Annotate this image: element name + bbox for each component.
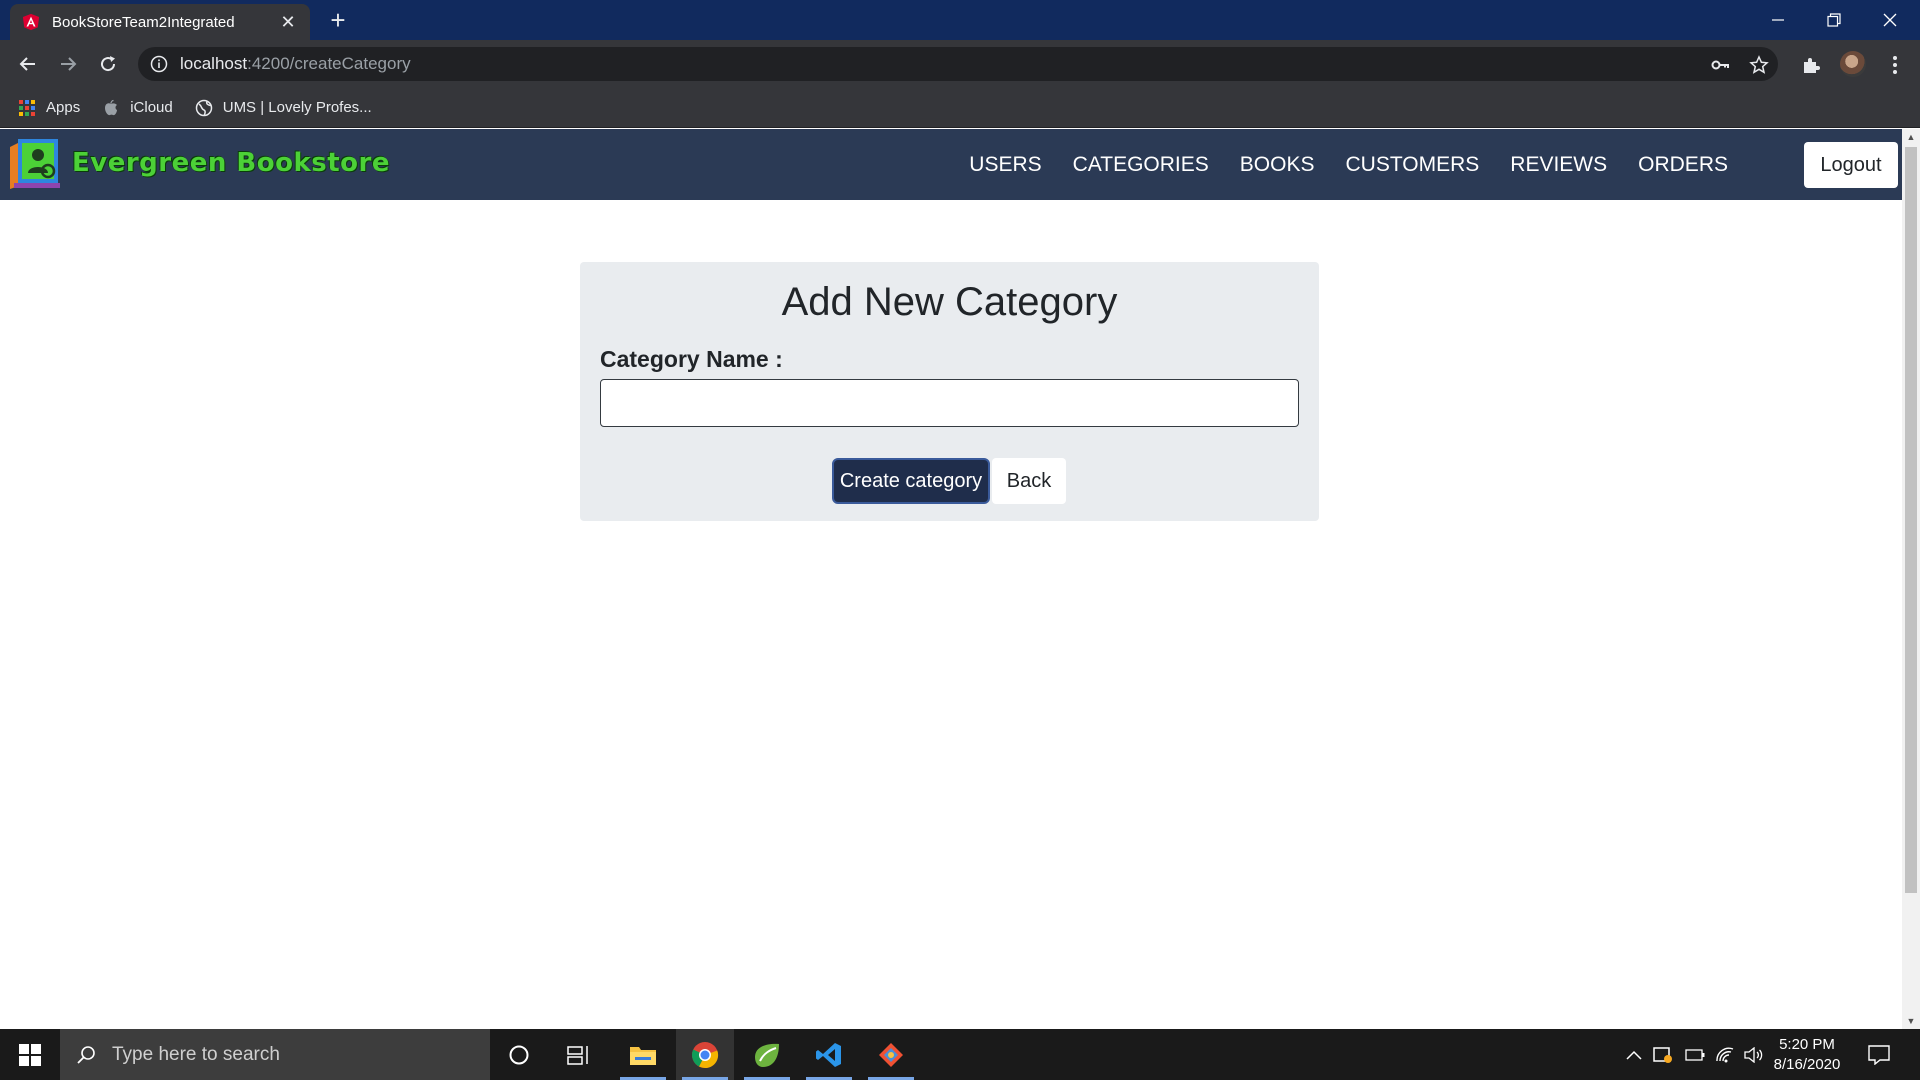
chrome-icon[interactable] xyxy=(676,1029,734,1080)
extensions-puzzle-icon[interactable] xyxy=(1800,54,1822,76)
close-window-icon[interactable] xyxy=(1862,0,1918,40)
start-button[interactable] xyxy=(0,1029,60,1080)
create-category-button[interactable]: Create category xyxy=(832,458,990,504)
git-kraken-icon[interactable] xyxy=(862,1029,920,1080)
apps-grid-icon xyxy=(19,99,35,116)
wifi-icon[interactable] xyxy=(1714,1044,1736,1066)
add-category-card: Add New Category Category Name : Create … xyxy=(580,262,1319,521)
scrollbar-thumb[interactable] xyxy=(1905,147,1917,893)
taskbar-search[interactable]: Type here to search xyxy=(60,1029,490,1080)
nav-orders[interactable]: ORDERS xyxy=(1638,153,1728,177)
category-name-label: Category Name : xyxy=(600,346,783,372)
info-icon[interactable] xyxy=(150,55,168,73)
reload-icon[interactable] xyxy=(94,50,122,78)
page-viewport: Evergreen Bookstore USERS CATEGORIES BOO… xyxy=(0,129,1920,1029)
back-button[interactable]: Back xyxy=(992,458,1066,504)
task-view-icon[interactable] xyxy=(550,1029,608,1080)
forward-arrow-icon[interactable] xyxy=(54,50,82,78)
bookstore-logo-icon xyxy=(10,139,60,189)
tray-chevron-up-icon[interactable] xyxy=(1623,1044,1645,1066)
scroll-down-icon[interactable]: ▼ xyxy=(1902,1013,1920,1029)
cortana-icon[interactable] xyxy=(490,1029,548,1080)
nav-books[interactable]: BOOKS xyxy=(1240,153,1315,177)
nav-users[interactable]: USERS xyxy=(969,153,1041,177)
nav-categories[interactable]: CATEGORIES xyxy=(1073,153,1209,177)
globe-icon xyxy=(195,99,212,116)
url-host: localhost xyxy=(180,54,248,73)
battery-icon[interactable] xyxy=(1684,1044,1706,1066)
bookmark-icloud[interactable]: iCloud xyxy=(102,99,173,117)
bookmarks-bar: Apps iCloud UMS | Lovely Profes... xyxy=(0,88,1920,128)
search-icon xyxy=(77,1045,95,1064)
browser-titlebar: BookStoreTeam2Integrated ✕ + xyxy=(0,0,1920,40)
new-tab-icon[interactable]: + xyxy=(324,6,352,34)
page-title: Add New Category xyxy=(781,280,1118,324)
file-explorer-icon[interactable] xyxy=(614,1029,672,1080)
back-arrow-icon[interactable] xyxy=(14,50,42,78)
windows-logo-icon xyxy=(19,1043,41,1066)
star-bookmark-icon[interactable] xyxy=(1749,55,1769,75)
clock-time: 5:20 PM xyxy=(1779,1036,1835,1053)
tab-close-icon[interactable]: ✕ xyxy=(278,12,298,33)
apple-icon xyxy=(105,99,118,115)
browser-tab[interactable]: BookStoreTeam2Integrated ✕ xyxy=(10,4,310,40)
angular-icon xyxy=(22,13,40,31)
search-placeholder: Type here to search xyxy=(112,1043,280,1065)
category-name-input[interactable] xyxy=(600,379,1299,427)
bookmark-label: iCloud xyxy=(130,99,173,116)
volume-icon[interactable] xyxy=(1743,1044,1765,1066)
bookmark-ums[interactable]: UMS | Lovely Profes... xyxy=(195,99,372,117)
page-scrollbar[interactable]: ▲ ▼ xyxy=(1902,129,1920,1029)
brand-name: Evergreen Bookstore xyxy=(72,148,390,178)
brand[interactable]: Evergreen Bookstore xyxy=(8,135,390,191)
clock-date: 8/16/2020 xyxy=(1773,1056,1841,1073)
action-center-icon[interactable] xyxy=(1868,1044,1890,1066)
windows-taskbar: Type here to search 5:20 PM 8/16/2020 xyxy=(0,1029,1920,1080)
nav-customers[interactable]: CUSTOMERS xyxy=(1345,153,1479,177)
taskbar-clock[interactable]: 5:20 PM 8/16/2020 xyxy=(1770,1035,1844,1075)
nav-reviews[interactable]: REVIEWS xyxy=(1510,153,1607,177)
url-path: :4200/createCategory xyxy=(247,54,411,73)
vscode-icon[interactable] xyxy=(800,1029,858,1080)
spring-tool-suite-icon[interactable] xyxy=(738,1029,796,1080)
restore-icon[interactable] xyxy=(1806,0,1862,40)
address-bar[interactable]: localhost:4200/createCategory xyxy=(138,47,1778,81)
security-tray-icon[interactable] xyxy=(1652,1044,1674,1066)
logout-button[interactable]: Logout xyxy=(1804,142,1898,188)
tab-title: BookStoreTeam2Integrated xyxy=(52,13,235,31)
minimize-icon[interactable] xyxy=(1750,0,1806,40)
more-menu-icon[interactable] xyxy=(1884,54,1906,76)
bookmark-label: UMS | Lovely Profes... xyxy=(222,99,372,116)
browser-toolbar: localhost:4200/createCategory xyxy=(0,40,1920,88)
profile-avatar[interactable] xyxy=(1840,51,1866,77)
key-icon[interactable] xyxy=(1710,55,1730,75)
main-nav: USERS CATEGORIES BOOKS CUSTOMERS REVIEWS… xyxy=(938,129,1728,200)
bookmark-label: Apps xyxy=(46,99,81,116)
app-navbar: Evergreen Bookstore USERS CATEGORIES BOO… xyxy=(0,129,1902,200)
bookmark-apps[interactable]: Apps xyxy=(18,99,80,117)
scroll-up-icon[interactable]: ▲ xyxy=(1902,129,1920,145)
